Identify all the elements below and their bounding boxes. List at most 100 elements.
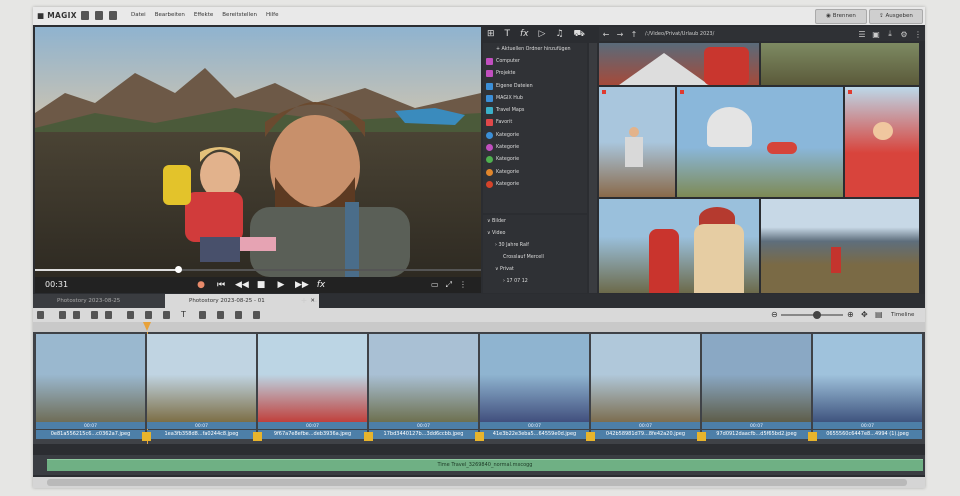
transition-icon[interactable]	[364, 432, 373, 441]
media-pool-scrollbar[interactable]	[589, 43, 597, 293]
tab-photostory-2[interactable]: Photostory 2023-08-25 - 01 ✕	[165, 294, 319, 308]
timeline-mode-icon[interactable]: ▤	[875, 310, 883, 319]
folder-tree-item[interactable]: › 17 07 12	[483, 275, 587, 287]
burn-button[interactable]: ◉ Brennen	[815, 9, 867, 24]
timeline-clip[interactable]: 00:07	[258, 334, 367, 429]
export-button[interactable]: ⇪ Ausgeben	[869, 9, 923, 24]
clip-name[interactable]: 17bd3440127b...3dd6ccbb.jpeg	[369, 430, 478, 439]
effects-icon[interactable]: fx	[520, 29, 529, 39]
mouse-mode-icon[interactable]	[37, 311, 44, 319]
save-icon[interactable]	[109, 11, 117, 20]
slideshow-icon[interactable]	[253, 311, 260, 319]
up-arrow-icon[interactable]: ↑	[627, 30, 641, 39]
fullscreen-icon[interactable]: ⤢	[446, 280, 452, 290]
delete-icon[interactable]	[91, 311, 98, 319]
zoom-in-icon[interactable]: ⊕	[847, 310, 854, 319]
stop-button[interactable]: ■	[255, 279, 267, 291]
split-icon[interactable]	[163, 311, 170, 319]
undo-icon[interactable]	[59, 311, 66, 319]
new-file-icon[interactable]	[81, 11, 89, 20]
view-icon[interactable]: ▣	[869, 30, 883, 39]
media-source-item[interactable]: Kategorie	[483, 154, 587, 166]
media-source-item[interactable]: Kategorie	[483, 178, 587, 190]
more-icon[interactable]: ⋮	[459, 280, 467, 290]
video-preview[interactable]	[35, 27, 481, 277]
folder-tree-item[interactable]: Crosslauf Mercell	[483, 251, 587, 263]
gallery-thumb[interactable]	[599, 199, 759, 293]
title-icon[interactable]: T	[505, 29, 511, 39]
menu-hilfe[interactable]: Hilfe	[266, 12, 279, 18]
transition-icon[interactable]	[697, 432, 706, 441]
fit-icon[interactable]: ✥	[861, 310, 868, 319]
menu-bereitstellen[interactable]: Bereitstellen	[222, 12, 257, 18]
rewind-button[interactable]: ◀◀	[235, 279, 249, 291]
redo-icon[interactable]	[73, 311, 80, 319]
skip-start-button[interactable]: ⏮	[215, 279, 227, 291]
transitions-icon[interactable]: ▷	[539, 29, 546, 39]
media-source-item[interactable]: Kategorie	[483, 129, 587, 141]
transition-icon[interactable]	[142, 432, 151, 441]
media-source-item[interactable]: Eigene Dateien	[483, 80, 587, 92]
transition-icon[interactable]	[808, 432, 817, 441]
zoom-slider-handle[interactable]	[813, 311, 821, 319]
timeline-clip[interactable]: 00:07	[36, 334, 145, 429]
open-folder-icon[interactable]	[95, 11, 103, 20]
scrubber-handle[interactable]	[174, 266, 182, 273]
media-source-item[interactable]: Projekte	[483, 68, 587, 80]
gallery-thumb[interactable]	[599, 87, 675, 197]
timeline-clip[interactable]: 00:07	[369, 334, 478, 429]
download-icon[interactable]: ⤓	[883, 29, 897, 39]
copy-icon[interactable]	[127, 311, 134, 319]
import-grid-icon[interactable]: ⊞	[487, 29, 495, 39]
paste-icon[interactable]	[145, 311, 152, 319]
media-source-item[interactable]: Computer	[483, 55, 587, 67]
effects-tool-icon[interactable]	[235, 311, 242, 319]
gallery-thumb[interactable]	[761, 43, 919, 85]
menu-effekte[interactable]: Effekte	[194, 12, 213, 18]
back-arrow-icon[interactable]: ←	[599, 30, 613, 39]
clip-name[interactable]: 1ea3fb358d8...fa0244c8.jpeg	[147, 430, 256, 439]
fast-forward-button[interactable]: ▶▶	[295, 279, 309, 291]
clip-name[interactable]: 0e81a556215c6...c0362a7.jpeg	[36, 430, 145, 439]
timeline-scrollbar[interactable]	[33, 477, 925, 488]
timeline-clip[interactable]: 00:07	[702, 334, 811, 429]
store-icon[interactable]: ⛟	[574, 29, 585, 40]
timeline-label[interactable]: Timeline	[891, 312, 914, 318]
timeline-clip[interactable]: 00:07	[480, 334, 589, 429]
folder-tree-item[interactable]: › 30 Jahre Ralf	[483, 239, 587, 251]
gallery-thumb[interactable]	[677, 87, 843, 197]
gallery-thumb[interactable]	[599, 43, 759, 85]
sort-icon[interactable]: ☰	[855, 30, 869, 39]
media-source-item[interactable]: + Aktuellen Ordner hinzufügen	[483, 43, 587, 55]
zoom-out-icon[interactable]: ⊖	[771, 310, 778, 319]
music-icon[interactable]: ♫	[555, 29, 563, 39]
scrollbar-thumb[interactable]	[47, 479, 907, 486]
gallery-thumb[interactable]	[761, 199, 919, 293]
cut-icon[interactable]	[105, 311, 112, 319]
add-tab-icon[interactable]: +	[299, 294, 309, 308]
folder-tree-item[interactable]: ∨ Bilder	[483, 215, 587, 227]
menu-bearbeiten[interactable]: Bearbeiten	[155, 12, 185, 18]
clip-name[interactable]: 97d0912daacfb...d5f65bd2.jpeg	[702, 430, 811, 439]
timeline-clip[interactable]: 00:07	[813, 334, 922, 429]
text-icon[interactable]: T	[181, 310, 186, 319]
timeline-clip[interactable]: 00:07	[147, 334, 256, 429]
folder-tree-item[interactable]: ∨ Video	[483, 227, 587, 239]
media-source-item[interactable]: Kategorie	[483, 141, 587, 153]
play-button[interactable]: ▶	[275, 279, 287, 291]
audio-clip[interactable]: Time Travel_3269840_normal.mxcogg	[47, 459, 923, 471]
folder-tree-item[interactable]: ∨ Privat	[483, 263, 587, 275]
transition-icon[interactable]	[475, 432, 484, 441]
cast-icon[interactable]: ▭	[431, 280, 439, 290]
timeline-clip[interactable]: 00:07	[591, 334, 700, 429]
forward-arrow-icon[interactable]: →	[613, 30, 627, 39]
transition-icon[interactable]	[253, 432, 262, 441]
playhead-marker[interactable]	[143, 322, 151, 331]
clip-name[interactable]: 0655560c6447e8...4994 (1).jpeg	[813, 430, 922, 439]
clip-name[interactable]: 9f67a7e8efbe...deb3936a.jpeg	[258, 430, 367, 439]
tab-photostory-1[interactable]: Photostory 2023-08-25 ✕	[33, 294, 187, 308]
clip-name[interactable]: 41e3b22e3eba5...64559e0d.jpeg	[480, 430, 589, 439]
gallery-thumb[interactable]	[845, 87, 919, 197]
tab-dropdown-icon[interactable]: ⌄	[311, 294, 321, 308]
more-options-icon[interactable]: ⋮	[911, 30, 925, 39]
